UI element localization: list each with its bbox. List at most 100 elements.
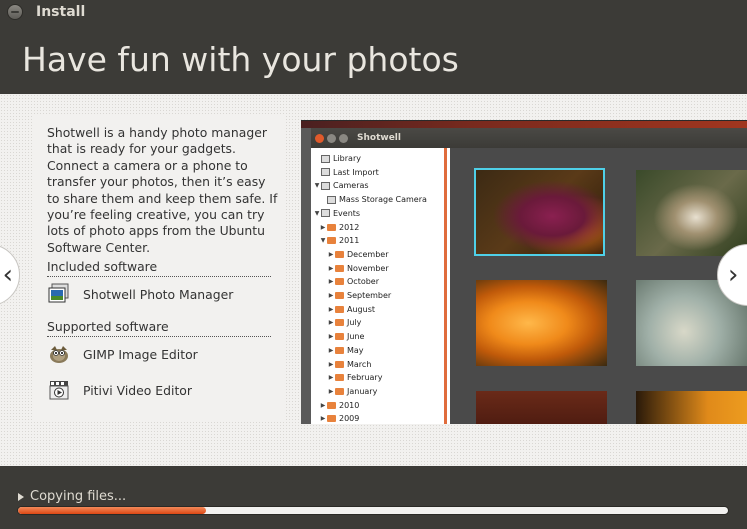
- expander-down-icon: ▼: [314, 182, 320, 190]
- expander-right-icon: ▶: [328, 250, 334, 258]
- chevron-left-icon: ‹: [2, 260, 13, 290]
- folder-icon: [335, 305, 344, 313]
- folder-icon: [335, 250, 344, 258]
- sidebar-tree-label: June: [347, 332, 365, 342]
- shotwell-icon: [47, 282, 71, 306]
- slide-content: Shotwell is a handy photo manager that i…: [0, 94, 747, 466]
- software-item-pitivi: Pitivi Video Editor: [47, 378, 192, 402]
- folder-icon: [335, 374, 344, 382]
- events-icon: [321, 209, 330, 218]
- sidebar-tree-label: December: [347, 249, 389, 259]
- sidebar-tree-item: ▶ July: [327, 316, 362, 329]
- sidebar-tree-label: Mass Storage Camera: [339, 195, 427, 205]
- expander-down-icon: ▼: [314, 209, 320, 217]
- expander-right-icon: ▶: [328, 346, 334, 354]
- photo-thumbnail: [476, 391, 607, 424]
- folder-icon: [335, 292, 344, 299]
- sidebar-tree-label: Cameras: [333, 181, 369, 191]
- shotwell-window: Shotwell Library Last Import ▼ Cameras Mass …: [311, 128, 747, 424]
- sidebar-tree-label: September: [347, 291, 392, 300]
- sidebar-tree-item: ▼ Cameras: [313, 179, 369, 192]
- expander-right-icon: ▶: [320, 223, 326, 231]
- expander-right-icon: ▶: [320, 401, 326, 409]
- expander-right-icon: ▶: [328, 264, 334, 272]
- slide-description: Shotwell is a handy photo manager that i…: [47, 125, 278, 255]
- included-software-heading: Included software: [47, 259, 271, 277]
- supported-software-heading: Supported software: [47, 319, 271, 337]
- sidebar-tree-item: Library: [313, 152, 361, 165]
- progress-status: Copying files...: [30, 489, 127, 504]
- sidebar-tree-label: Events: [333, 208, 361, 218]
- camera-icon: [327, 195, 336, 204]
- software-label: Shotwell Photo Manager: [83, 286, 234, 302]
- folder-icon: [335, 333, 344, 341]
- sidebar-tree-label: February: [347, 373, 383, 383]
- page-title: Have fun with your photos: [22, 40, 459, 79]
- minimize-icon: [327, 133, 336, 143]
- expander-right-icon: ▶: [328, 278, 334, 286]
- sidebar-tree-label: Last Import: [333, 167, 379, 177]
- folder-icon: [335, 360, 344, 368]
- expander-right-icon: ▶: [328, 360, 334, 368]
- install-footer: Copying files...: [0, 466, 747, 529]
- sidebar-tree-item: Mass Storage Camera: [319, 193, 427, 206]
- sidebar-tree-label: 2011: [339, 236, 360, 246]
- sidebar-tree-item: ▶ June: [327, 330, 365, 343]
- previous-slide-button[interactable]: ‹: [0, 244, 20, 306]
- library-icon: [321, 154, 330, 163]
- photo-thumbnail: [636, 170, 747, 256]
- software-item-shotwell: Shotwell Photo Manager: [47, 282, 233, 306]
- pitivi-icon: [47, 378, 71, 402]
- folder-icon: [335, 346, 344, 354]
- expander-arrow-icon: [18, 492, 24, 501]
- shotwell-title: Shotwell: [357, 133, 401, 143]
- sidebar-tree-item: ▶ September: [327, 289, 392, 302]
- sidebar-tree-label: 2009: [339, 414, 360, 424]
- folder-icon: [335, 264, 344, 272]
- gimp-icon: [47, 342, 71, 366]
- expander-right-icon: ▶: [328, 387, 334, 395]
- progress-expander[interactable]: Copying files...: [18, 489, 126, 504]
- folder-icon: [327, 223, 336, 231]
- expander-right-icon: ▶: [320, 415, 326, 423]
- maximize-icon: [339, 133, 348, 143]
- sidebar-tree-label: 2010: [339, 400, 360, 410]
- sidebar-tree-label: October: [347, 277, 380, 287]
- sidebar-tree-label: January: [347, 386, 378, 396]
- shotwell-sidebar: Library Last Import ▼ Cameras Mass Storage C…: [311, 148, 447, 424]
- software-item-gimp: GIMP Image Editor: [47, 342, 198, 366]
- sidebar-tree-item: ▶ 2009: [319, 412, 360, 424]
- sidebar-tree-item: ▶ August: [327, 303, 375, 316]
- photo-thumbnail: [636, 391, 747, 424]
- expander-right-icon: ▶: [328, 305, 334, 313]
- slide-header: Have fun with your photos: [0, 24, 747, 94]
- chevron-right-icon: ›: [728, 260, 739, 290]
- sidebar-tree-label: August: [347, 304, 375, 314]
- folder-icon: [335, 278, 344, 286]
- folder-icon: [335, 387, 344, 395]
- clock-icon: [321, 168, 330, 177]
- sidebar-tree-item: Last Import: [313, 166, 379, 179]
- expander-right-icon: ▶: [328, 374, 334, 382]
- sidebar-tree-item: ▶ November: [327, 262, 389, 275]
- folder-icon: [327, 401, 336, 409]
- folder-icon: [327, 237, 336, 245]
- close-icon[interactable]: [7, 4, 23, 20]
- folder-icon: [335, 319, 344, 327]
- expander-right-icon: ▶: [328, 319, 334, 327]
- title-bar: Install: [0, 0, 747, 24]
- camera-icon: [321, 181, 330, 190]
- sidebar-tree-label: July: [347, 318, 362, 328]
- screenshot-desktop-strip: [301, 121, 747, 128]
- sidebar-tree-label: November: [347, 263, 389, 273]
- photo-thumbnail: [474, 168, 605, 256]
- shotwell-titlebar: Shotwell: [311, 128, 747, 148]
- photo-grid: [450, 148, 747, 424]
- sidebar-tree-item: ▶ 2010: [319, 399, 360, 412]
- shotwell-screenshot: Shotwell Library Last Import ▼ Cameras Mass …: [301, 120, 747, 424]
- window-title: Install: [36, 4, 86, 20]
- expander-down-icon: ▼: [320, 237, 326, 245]
- sidebar-tree-item: ▶ March: [327, 358, 372, 371]
- sidebar-tree-item: ▶ October: [327, 275, 379, 288]
- progress-fill: [18, 507, 207, 514]
